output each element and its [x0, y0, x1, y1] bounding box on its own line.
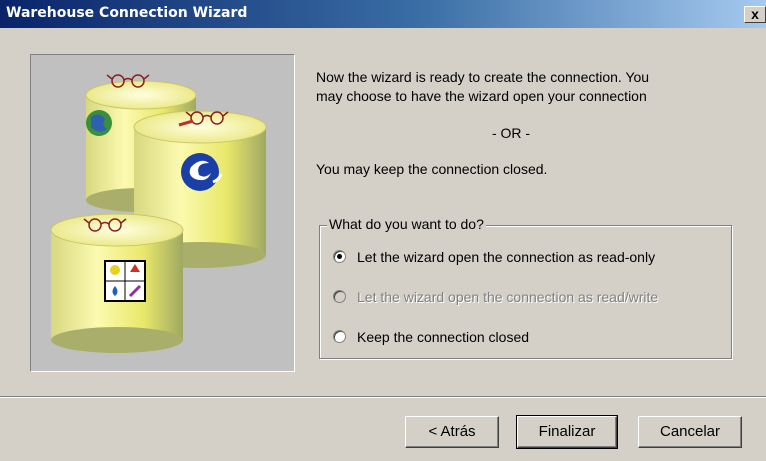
close-button[interactable]: x: [744, 6, 766, 23]
or-separator-text: - OR -: [491, 125, 531, 141]
wizard-illustration: [30, 54, 295, 372]
groupbox-label: What do you want to do?: [327, 216, 486, 232]
intro-line-2: may choose to have the wizard open your …: [316, 88, 647, 104]
intro-message: Now the wizard is ready to create the co…: [316, 68, 649, 106]
tools-panel-icon: [104, 260, 146, 302]
footer-divider: [0, 396, 766, 398]
option-read-only-label: Let the wizard open the connection as re…: [357, 249, 656, 265]
keep-closed-message: You may keep the connection closed.: [316, 161, 548, 177]
back-button[interactable]: < Atrás: [405, 416, 499, 448]
option-read-write-label: Let the wizard open the connection as re…: [357, 289, 659, 305]
database-cylinders-illustration: [50, 74, 267, 353]
radio-read-write: [333, 290, 346, 303]
radio-read-only[interactable]: [333, 250, 346, 263]
cancel-button[interactable]: Cancelar: [638, 416, 742, 448]
finish-button[interactable]: Finalizar: [516, 415, 618, 449]
title-bar: Warehouse Connection Wizard x: [0, 0, 766, 28]
database-cylinder-tools: [50, 213, 184, 353]
radio-keep-closed[interactable]: [333, 330, 346, 343]
window-title: Warehouse Connection Wizard: [6, 5, 248, 21]
intro-line-1: Now the wizard is ready to create the co…: [316, 69, 650, 85]
close-icon: x: [751, 6, 759, 22]
globe-icon: [86, 110, 112, 136]
option-keep-closed-label: Keep the connection closed: [357, 329, 530, 345]
radio-selected-dot: [337, 254, 342, 259]
